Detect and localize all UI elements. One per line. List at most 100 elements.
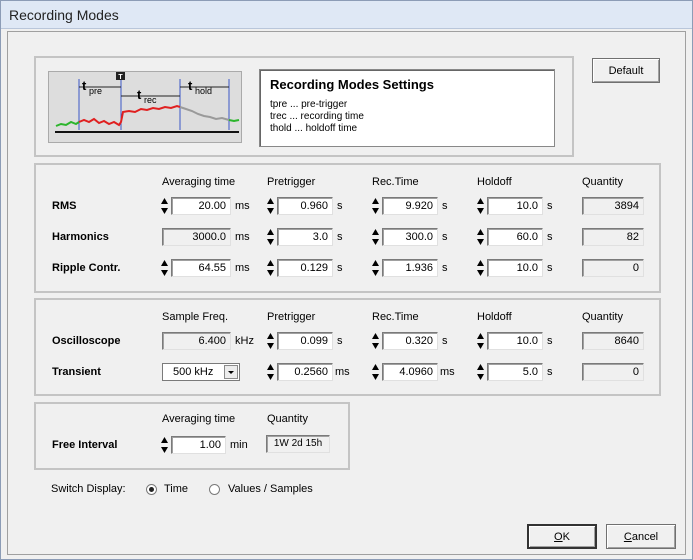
time-radio-label[interactable]: Time [164,483,188,495]
thold-t: t [188,78,193,93]
ripple-holdoff-field[interactable]: 10.0 [487,259,543,277]
oscilloscope-rec-time-field[interactable]: 0.320 [382,332,438,350]
ok-access-key: O [554,531,563,543]
oscilloscope-label: Oscilloscope [52,335,121,347]
values-samples-radio[interactable] [209,484,220,495]
cancel-button[interactable]: Cancel [606,524,676,549]
time-radio[interactable] [146,484,157,495]
ok-button[interactable]: OK [527,524,597,549]
harmonics-averaging-time-field: 3000.0 [162,228,231,246]
transient-sample-freq-select[interactable]: 500 kHz [162,363,240,381]
transient-pre-unit: ms [335,366,350,378]
values-samples-radio-label[interactable]: Values / Samples [228,483,313,495]
free-interval-spinner[interactable] [160,436,169,454]
transient-pretrigger-field[interactable]: 0.2560 [277,363,333,381]
transient-rec-spinner[interactable] [371,363,380,381]
header-pretrigger: Pretrigger [267,176,316,188]
harmonics-hold-spinner[interactable] [476,228,485,246]
header-holdoff: Holdoff [477,176,512,188]
harmonics-pre-spinner[interactable] [266,228,275,246]
harmonics-holdoff-field[interactable]: 60.0 [487,228,543,246]
harmonics-avg-unit: ms [235,231,250,243]
legend-tpre: tpre ... pre-trigger [270,99,348,110]
dialog-window: Recording Modes T t pre t rec t hold Rec… [0,0,693,560]
transient-quantity-field: 0 [582,363,644,381]
rms-quantity-field: 3894 [582,197,644,215]
transient-hold-unit: s [547,366,553,378]
ripple-averaging-time-field[interactable]: 64.55 [171,259,231,277]
header-free-quantity: Quantity [267,413,308,425]
transient-rec-time-field[interactable]: 4.0960 [382,363,438,381]
header-free-averaging-time: Averaging time [162,413,236,425]
header-holdoff-2: Holdoff [477,311,512,323]
oscilloscope-hold-spinner[interactable] [476,332,485,350]
transient-pre-spinner[interactable] [266,363,275,381]
overview-panel: T t pre t rec t hold Recording Modes Set… [34,56,574,157]
ripple-rec-spinner[interactable] [371,259,380,277]
cancel-access-key: C [623,531,632,543]
transient-rec-unit: ms [440,366,455,378]
header-averaging-time: Averaging time [162,176,236,188]
ripple-pre-spinner[interactable] [266,259,275,277]
transient-holdoff-field[interactable]: 5.0 [487,363,543,381]
rms-hold-unit: s [547,200,553,212]
trigger-marker: T [118,74,123,81]
chevron-down-icon[interactable] [224,365,238,379]
rms-hold-spinner[interactable] [476,197,485,215]
ripple-rec-time-field[interactable]: 1.936 [382,259,438,277]
rms-rec-spinner[interactable] [371,197,380,215]
ripple-label: Ripple Contr. [52,262,121,274]
settings-info-box: Recording Modes Settings tpre ... pre-tr… [259,69,555,147]
ripple-rec-unit: s [442,262,448,274]
oscilloscope-rec-spinner[interactable] [371,332,380,350]
rms-avg-spinner[interactable] [160,197,169,215]
oscilloscope-quantity-field: 8640 [582,332,644,350]
harmonics-rec-time-field[interactable]: 300.0 [382,228,438,246]
harmonics-label: Harmonics [52,231,109,243]
header-quantity: Quantity [582,176,623,188]
oscilloscope-freq-unit: kHz [235,335,254,347]
rms-holdoff-field[interactable]: 10.0 [487,197,543,215]
ripple-quantity-field: 0 [582,259,644,277]
cancel-label-rest: ancel [631,531,659,543]
settings-title: Recording Modes Settings [270,77,434,92]
oscilloscope-sample-freq-field: 6.400 [162,332,231,350]
rms-averaging-time-field[interactable]: 20.00 [171,197,231,215]
header-rec-time: Rec.Time [372,176,419,188]
rms-rec-time-field[interactable]: 9.920 [382,197,438,215]
trec-t: t [137,87,142,102]
free-interval-group: Averaging time Quantity Free Interval 1.… [34,402,350,470]
free-interval-averaging-field[interactable]: 1.00 [171,436,226,454]
oscilloscope-pre-unit: s [337,335,343,347]
legend-trec: trec ... recording time [270,111,364,122]
ok-label-rest: K [562,531,570,543]
rms-pretrigger-field[interactable]: 0.960 [277,197,333,215]
transient-hold-spinner[interactable] [476,363,485,381]
timing-diagram: T t pre t rec t hold [48,71,242,143]
oscilloscope-pre-spinner[interactable] [266,332,275,350]
harmonics-pretrigger-field[interactable]: 3.0 [277,228,333,246]
ripple-hold-unit: s [547,262,553,274]
trec-sub: rec [144,95,157,105]
ripple-pre-unit: s [337,262,343,274]
default-button[interactable]: Default [592,58,660,83]
oscilloscope-holdoff-field[interactable]: 10.0 [487,332,543,350]
header-quantity-2: Quantity [582,311,623,323]
ripple-hold-spinner[interactable] [476,259,485,277]
tpre-sub: pre [89,86,102,96]
free-interval-quantity-field: 1W 2d 15h [266,435,330,453]
harmonics-hold-unit: s [547,231,553,243]
header-sample-freq: Sample Freq. [162,311,229,323]
harmonics-pre-unit: s [337,231,343,243]
oscilloscope-rec-unit: s [442,335,448,347]
transient-freq-value: 500 kHz [173,366,214,378]
harmonics-rec-spinner[interactable] [371,228,380,246]
ripple-avg-spinner[interactable] [160,259,169,277]
rms-avg-unit: ms [235,200,250,212]
title-bar: Recording Modes [1,1,692,29]
ripple-pretrigger-field[interactable]: 0.129 [277,259,333,277]
thold-sub: hold [195,86,212,96]
oscilloscope-pretrigger-field[interactable]: 0.099 [277,332,333,350]
header-pretrigger-2: Pretrigger [267,311,316,323]
rms-pre-spinner[interactable] [266,197,275,215]
